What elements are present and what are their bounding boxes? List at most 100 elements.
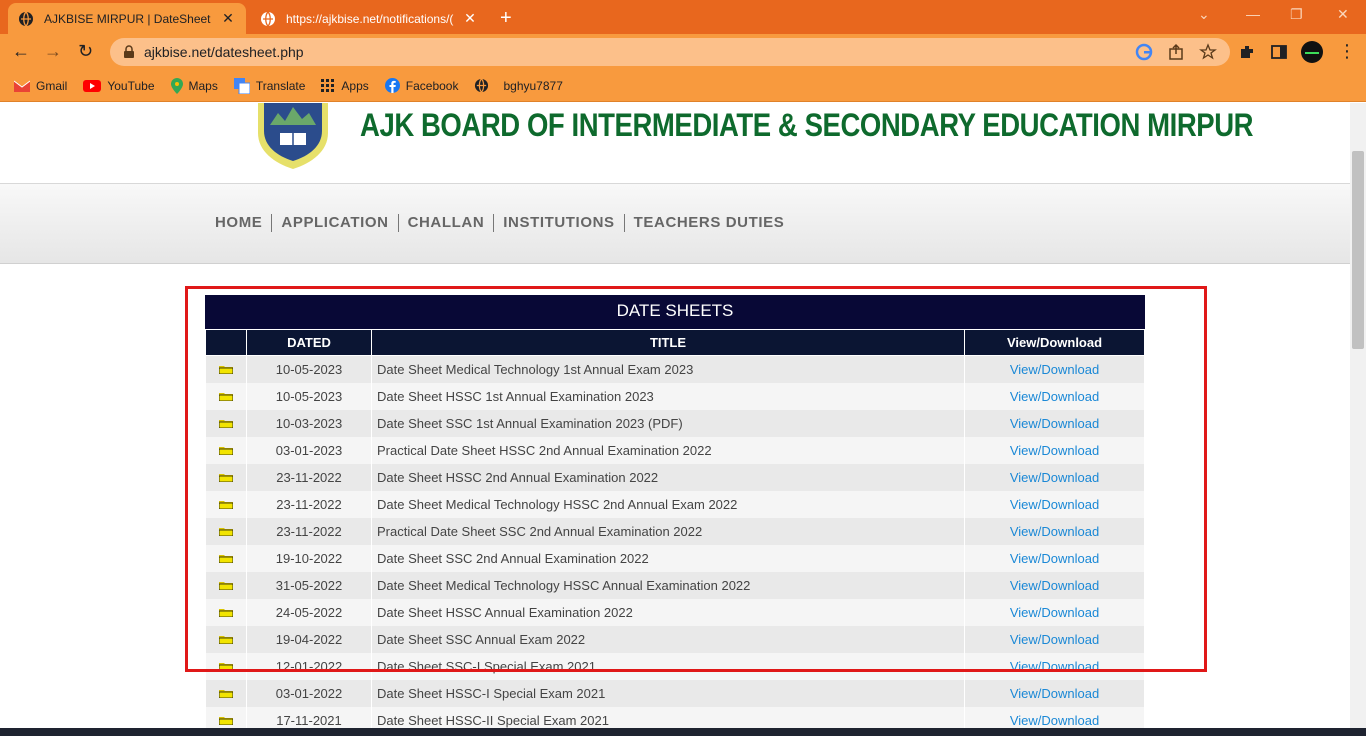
view-download-link[interactable]: View/Download: [1010, 578, 1099, 593]
table-row: 24-05-2022 Date Sheet HSSC Annual Examina…: [205, 598, 1145, 626]
folder-icon-cell: [205, 382, 247, 410]
nav-teachers-duties[interactable]: TEACHERS DUTIES: [623, 214, 794, 232]
view-download-link[interactable]: View/Download: [1010, 632, 1099, 647]
tab-search-chevron-icon[interactable]: ⌄: [1198, 6, 1210, 23]
youtube-icon: [83, 79, 102, 92]
gmail-icon: [14, 80, 30, 92]
extensions-icon[interactable]: [1238, 43, 1256, 61]
view-download-link[interactable]: View/Download: [1010, 659, 1099, 674]
row-date: 03-01-2022: [246, 679, 372, 707]
row-title: Date Sheet Medical Technology HSSC Annua…: [371, 571, 965, 599]
row-date: 10-05-2023: [246, 355, 372, 383]
row-link-cell: View/Download: [964, 409, 1145, 437]
row-title: Date Sheet Medical Technology HSSC 2nd A…: [371, 490, 965, 518]
view-download-link[interactable]: View/Download: [1010, 416, 1099, 431]
folder-icon-cell: [205, 409, 247, 437]
folder-icon: [218, 689, 233, 698]
bookmark-bghyu7877[interactable]: bghyu7877: [474, 78, 563, 93]
web-page: AJK BOARD OF INTERMEDIATE & SECONDARY ED…: [0, 103, 1350, 736]
column-header-icon: [205, 329, 247, 356]
view-download-link[interactable]: View/Download: [1010, 362, 1099, 377]
bookmark-youtube[interactable]: YouTube: [83, 78, 155, 93]
address-bar[interactable]: ajkbise.net/datesheet.php: [110, 38, 1230, 66]
maximize-icon[interactable]: ❐: [1290, 6, 1303, 23]
folder-icon-cell: [205, 544, 247, 572]
page-scrollbar[interactable]: [1350, 103, 1366, 736]
table-row: 19-10-2022 Date Sheet SSC 2nd Annual Exam…: [205, 544, 1145, 572]
column-header-view-download: View/Download: [964, 329, 1145, 356]
view-download-link[interactable]: View/Download: [1010, 686, 1099, 701]
bookmark-label: Gmail: [36, 78, 68, 93]
facebook-icon: [384, 78, 400, 93]
bookmark-label: Translate: [255, 78, 306, 93]
view-download-link[interactable]: View/Download: [1010, 443, 1099, 458]
reload-icon[interactable]: ↻: [78, 41, 93, 62]
window-close-icon[interactable]: ✕: [1337, 6, 1349, 23]
nav-institutions[interactable]: INSTITUTIONS: [493, 214, 623, 232]
folder-icon-cell: [205, 652, 247, 680]
view-download-link[interactable]: View/Download: [1010, 713, 1099, 728]
table-row: 31-05-2022 Date Sheet Medical Technology …: [205, 571, 1145, 599]
view-download-link[interactable]: View/Download: [1010, 470, 1099, 485]
view-download-link[interactable]: View/Download: [1010, 389, 1099, 404]
bookmark-facebook[interactable]: Facebook: [384, 78, 458, 93]
table-row: 23-11-2022 Practical Date Sheet SSC 2nd A…: [205, 517, 1145, 545]
tab-datesheet[interactable]: AJKBISE MIRPUR | DateSheet ✕: [8, 3, 246, 34]
row-title: Date Sheet HSSC 1st Annual Examination 2…: [371, 382, 965, 410]
back-arrow-icon[interactable]: ←: [12, 41, 30, 62]
board-logo-icon: [258, 103, 328, 169]
folder-icon: [218, 662, 233, 671]
row-date: 19-10-2022: [246, 544, 372, 572]
folder-icon-cell: [205, 571, 247, 599]
bookmark-label: Maps: [188, 78, 218, 93]
view-download-link[interactable]: View/Download: [1010, 605, 1099, 620]
view-download-link[interactable]: View/Download: [1010, 497, 1099, 512]
share-icon[interactable]: [1167, 43, 1185, 61]
menu-kebab-icon[interactable]: ⋮: [1338, 41, 1356, 62]
new-tab-icon[interactable]: +: [500, 7, 512, 30]
folder-icon: [218, 500, 233, 509]
folder-icon: [218, 446, 233, 455]
column-header-dated: DATED: [246, 329, 372, 356]
folder-icon: [218, 473, 233, 482]
view-download-link[interactable]: View/Download: [1010, 524, 1099, 539]
date-sheets-panel: DATE SHEETS DATED TITLE View/Download 10…: [205, 295, 1145, 734]
row-link-cell: View/Download: [964, 544, 1145, 572]
scrollbar-thumb[interactable]: [1352, 151, 1364, 349]
tab-notifications[interactable]: https://ajkbise.net/notifications/( ✕: [250, 3, 488, 34]
bookmark-apps[interactable]: Apps: [321, 78, 369, 93]
bookmark-maps[interactable]: Maps: [170, 77, 218, 94]
row-link-cell: View/Download: [964, 598, 1145, 626]
nav-application[interactable]: APPLICATION: [271, 214, 397, 232]
row-date: 10-05-2023: [246, 382, 372, 410]
row-link-cell: View/Download: [964, 625, 1145, 653]
star-icon[interactable]: [1199, 43, 1217, 61]
google-icon[interactable]: [1135, 43, 1153, 61]
folder-icon: [218, 716, 233, 725]
bookmark-gmail[interactable]: Gmail: [14, 79, 67, 93]
folder-icon-cell: [205, 490, 247, 518]
avatar[interactable]: [1301, 41, 1323, 63]
forward-arrow-icon[interactable]: →: [44, 41, 62, 62]
folder-icon: [218, 527, 233, 536]
folder-icon: [218, 392, 233, 401]
bookmark-translate[interactable]: Translate: [233, 77, 306, 94]
row-date: 23-11-2022: [246, 517, 372, 545]
tab-close-icon[interactable]: ✕: [220, 10, 236, 27]
nav-home[interactable]: HOME: [206, 214, 271, 232]
row-title: Date Sheet SSC 2nd Annual Examination 20…: [371, 544, 965, 572]
maps-pin-icon: [170, 77, 183, 94]
row-date: 23-11-2022: [246, 490, 372, 518]
row-link-cell: View/Download: [964, 490, 1145, 518]
view-download-link[interactable]: View/Download: [1010, 551, 1099, 566]
tab-close-icon[interactable]: ✕: [462, 10, 478, 27]
nav-challan[interactable]: CHALLAN: [397, 214, 494, 232]
row-link-cell: View/Download: [964, 382, 1145, 410]
folder-icon-cell: [205, 625, 247, 653]
site-header: AJK BOARD OF INTERMEDIATE & SECONDARY ED…: [0, 103, 1350, 184]
bookmark-label: YouTube: [107, 78, 155, 93]
side-panel-icon[interactable]: [1270, 43, 1288, 61]
minimize-icon[interactable]: —: [1246, 6, 1260, 22]
row-link-cell: View/Download: [964, 679, 1145, 707]
row-date: 12-01-2022: [246, 652, 372, 680]
